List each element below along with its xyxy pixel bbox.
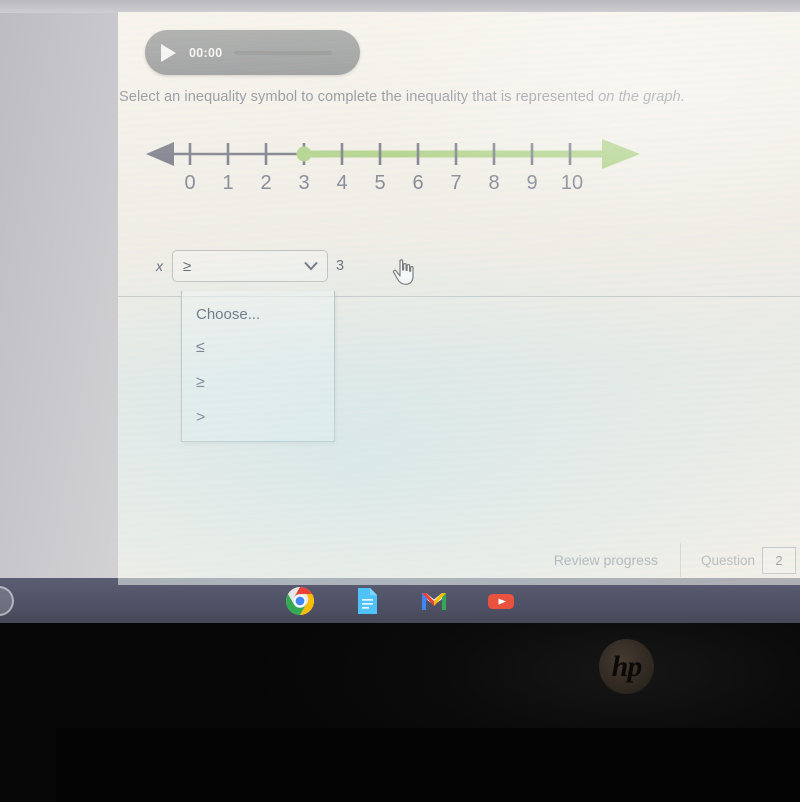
- inequality-symbol-select[interactable]: ≥: [172, 250, 328, 282]
- question-label: Question: [700, 552, 755, 568]
- question-prompt: Select an inequality symbol to complete …: [119, 89, 779, 105]
- gmail-icon[interactable]: [419, 586, 449, 616]
- closed-endpoint-dot: [296, 146, 312, 162]
- youtube-icon[interactable]: [486, 586, 516, 616]
- number-line-label: 10: [560, 172, 584, 194]
- number-line-label: 4: [336, 172, 348, 194]
- constant-value: 3: [336, 258, 345, 274]
- number-line-label: 3: [298, 172, 310, 194]
- question-number-input[interactable]: 2: [762, 546, 796, 574]
- inequality-answer-row: x ≥ 3: [156, 250, 344, 282]
- number-line-label: 5: [374, 172, 386, 194]
- question-navigator: Question 2: [681, 546, 796, 574]
- play-icon[interactable]: [161, 43, 176, 62]
- number-line-label: 1: [222, 172, 234, 194]
- laptop-photo: 00:00 Select an inequality symbol to com…: [0, 0, 800, 802]
- selected-symbol: ≥: [183, 257, 192, 275]
- number-line-svg: [146, 139, 640, 169]
- dropdown-option-less-equal[interactable]: ≤: [182, 330, 334, 365]
- prompt-text-italic: on the graph.: [598, 89, 685, 105]
- screen-bezel-left: [0, 0, 118, 585]
- laptop-screen: 00:00 Select an inequality symbol to com…: [118, 12, 800, 585]
- number-line-label: 8: [488, 172, 500, 194]
- review-progress-button[interactable]: Review progress: [554, 543, 681, 577]
- chromeos-shelf: [0, 578, 800, 623]
- audio-player[interactable]: 00:00: [145, 30, 360, 75]
- audio-progress-track[interactable]: [234, 50, 332, 55]
- variable-label: x: [156, 258, 163, 274]
- dropdown-option-choose[interactable]: Choose...: [182, 300, 334, 330]
- arrow-right-icon: [602, 139, 640, 169]
- chrome-icon[interactable]: [285, 586, 315, 616]
- shelf-icon-list: [0, 578, 800, 623]
- number-line-labels: 0 1 2 3 4 5 6 7 8 9 10: [140, 172, 650, 200]
- number-line-label: 0: [184, 172, 196, 194]
- number-line-label: 2: [260, 172, 272, 194]
- audio-timer: 00:00: [189, 45, 223, 60]
- laptop-body: hp: [0, 622, 800, 802]
- hp-logo: hp: [599, 639, 654, 694]
- dropdown-option-greater[interactable]: >: [182, 400, 334, 435]
- number-line-label: 7: [450, 172, 462, 194]
- number-line-graph: 0 1 2 3 4 5 6 7 8 9 10: [140, 130, 650, 210]
- prompt-text: Select an inequality symbol to complete …: [119, 89, 599, 105]
- number-line-label: 9: [526, 172, 538, 194]
- number-line-label: 6: [412, 172, 424, 194]
- pointing-hand-cursor: [392, 259, 414, 285]
- inequality-symbol-dropdown[interactable]: Choose... ≤ ≥ >: [181, 291, 335, 442]
- google-docs-icon[interactable]: [352, 586, 382, 616]
- arrow-left-icon: [146, 142, 174, 166]
- chevron-down-icon[interactable]: [304, 261, 318, 271]
- quiz-page: 00:00 Select an inequality symbol to com…: [118, 12, 800, 585]
- laptop-lower-lip: [57, 728, 800, 802]
- dropdown-option-greater-equal[interactable]: ≥: [182, 365, 334, 400]
